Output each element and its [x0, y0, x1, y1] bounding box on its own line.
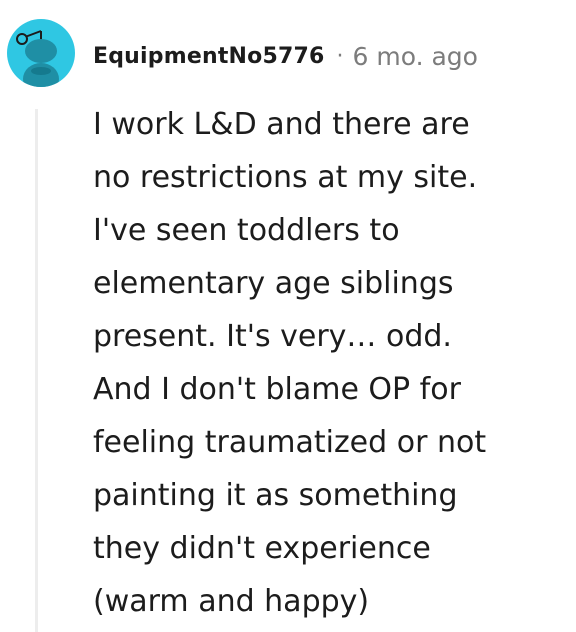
comment-body-line: they didn't experience — [93, 531, 431, 566]
comment-body-line: (warm and happy) — [93, 584, 370, 619]
comment-header: EquipmentNo5776 · 6 mo. ago — [93, 36, 478, 76]
comment-body-line: I've seen toddlers to — [93, 213, 400, 248]
thread-collapse-line[interactable] — [35, 109, 38, 632]
reddit-snoo-avatar-icon — [16, 30, 59, 87]
comment: EquipmentNo5776 · 6 mo. ago I work L&D a… — [0, 0, 576, 632]
timestamp-link[interactable]: 6 mo. ago — [353, 42, 478, 71]
comment-body: I work L&D and there are no restrictions… — [93, 98, 563, 628]
comment-body-line: feeling traumatized or not — [93, 425, 487, 460]
comment-body-line: no restrictions at my site. — [93, 160, 478, 195]
user-avatar[interactable] — [7, 19, 75, 87]
comment-body-line: I work L&D and there are — [93, 107, 470, 142]
comment-body-line: elementary age siblings — [93, 266, 454, 301]
comment-body-line: painting it as something — [93, 478, 458, 513]
comment-body-line: present. It's very… odd. — [93, 319, 452, 354]
comment-body-line: And I don't blame OP for — [93, 372, 461, 407]
separator-dot: · — [336, 43, 344, 69]
username-link[interactable]: EquipmentNo5776 — [93, 44, 325, 69]
